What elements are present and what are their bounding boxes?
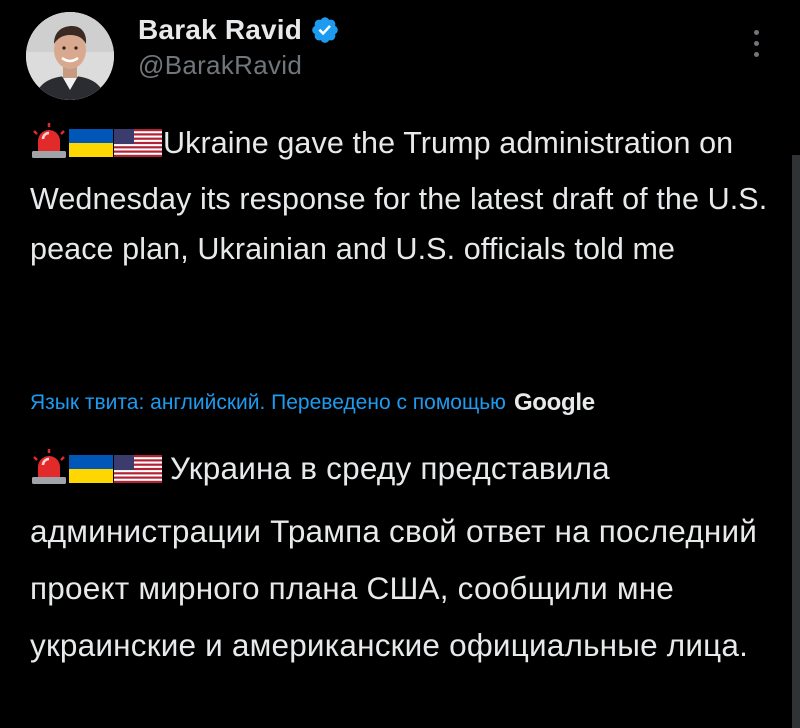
ukraine-flag-emoji (69, 124, 113, 174)
us-flag-emoji (114, 124, 162, 174)
translated-text: Украина в среду представила администраци… (30, 440, 780, 674)
author-name-row[interactable]: Barak Ravid (138, 12, 340, 48)
avatar-photo-icon (26, 12, 114, 100)
translation-link[interactable]: Язык твита: английский. Переведено с пом… (30, 391, 506, 415)
author-display-name[interactable]: Barak Ravid (138, 14, 302, 46)
translation-note: Язык твита: английский. Переведено с пом… (30, 388, 595, 418)
google-logo: Google (513, 389, 595, 416)
author-handle[interactable]: @BarakRavid (138, 50, 302, 81)
avatar[interactable] (26, 12, 114, 100)
tweet-text: Ukraine gave the Trump administration on… (30, 118, 780, 274)
rotating-light-emoji (30, 446, 68, 503)
scrollbar[interactable] (792, 155, 800, 728)
rotating-light-emoji (30, 123, 68, 174)
tweet-header: Barak Ravid @BarakRavid (0, 0, 800, 110)
ukraine-flag-emoji (69, 446, 113, 503)
us-flag-emoji (114, 446, 162, 503)
more-vertical-icon[interactable] (746, 26, 768, 62)
verified-badge-icon (312, 17, 338, 43)
